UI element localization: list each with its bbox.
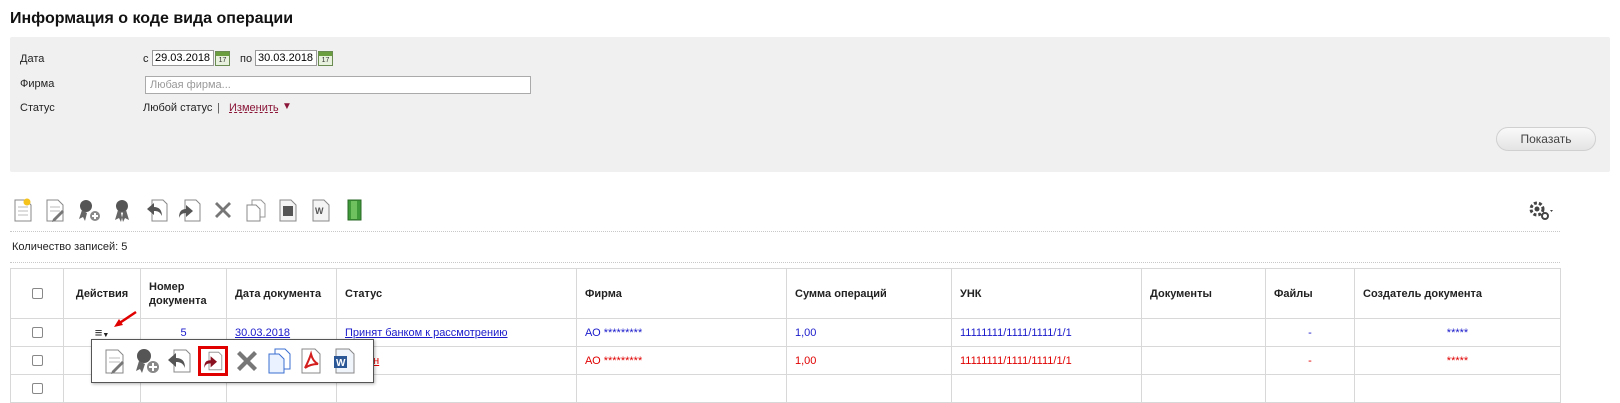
send-icon[interactable]: [144, 197, 170, 223]
row-amount: 1,00: [786, 346, 952, 375]
row-firm: АО *********: [576, 346, 787, 375]
row-creator: *****: [1354, 318, 1561, 347]
row-files: -: [1265, 346, 1355, 375]
recall-button[interactable]: [198, 346, 228, 376]
calendar-icon[interactable]: 17: [318, 51, 333, 66]
show-button[interactable]: Показать: [1496, 127, 1596, 151]
gear-icon[interactable]: [1526, 199, 1556, 223]
delete-icon[interactable]: [232, 346, 262, 376]
col-files: Файлы: [1265, 268, 1355, 319]
print-icon[interactable]: [275, 197, 301, 223]
firm-input[interactable]: [145, 76, 531, 94]
copy-icon[interactable]: [243, 197, 269, 223]
row-documents: [1141, 346, 1266, 375]
col-amount[interactable]: Сумма операций: [786, 268, 952, 319]
date-to-prefix: по: [240, 53, 253, 65]
col-unk[interactable]: УНК: [951, 268, 1142, 319]
row-unk: 11111111/1111/1111/1/1: [951, 346, 1142, 375]
svg-text:W: W: [336, 358, 346, 369]
calendar-icon[interactable]: 17: [215, 51, 230, 66]
status-change-link[interactable]: Изменить: [229, 102, 279, 114]
pdf-icon[interactable]: [296, 346, 326, 376]
table-header-row: Действия Номер документа Дата документа …: [10, 268, 1561, 319]
records-count: Количество записей: 5: [12, 241, 128, 253]
dropdown-arrow-icon[interactable]: ▼: [282, 101, 292, 112]
signature-icon[interactable]: [110, 197, 136, 223]
edit-document-icon[interactable]: [100, 346, 130, 376]
status-separator: |: [217, 102, 220, 114]
exit-icon[interactable]: [342, 197, 368, 223]
row-amount: 1,00: [786, 318, 952, 347]
row-firm: АО *********: [576, 318, 787, 347]
date-from-input[interactable]: [152, 50, 214, 66]
row-unk: 11111111/1111/1111/1/1: [951, 318, 1142, 347]
date-to-input[interactable]: [255, 50, 317, 66]
col-firm[interactable]: Фирма: [576, 268, 787, 319]
page-title: Информация о коде вида операции: [10, 10, 294, 27]
recall-icon: [204, 351, 223, 371]
row-files: -: [1265, 318, 1355, 347]
status-value: Любой статус: [143, 102, 213, 114]
separator: [10, 262, 1560, 263]
select-all-checkbox[interactable]: [31, 288, 43, 300]
row-checkbox[interactable]: [31, 355, 43, 367]
add-signature-icon[interactable]: [76, 197, 102, 223]
separator: [10, 231, 1560, 232]
row-actions-popup: W: [91, 339, 374, 383]
delete-icon[interactable]: [210, 197, 236, 223]
col-status[interactable]: Статус: [336, 268, 577, 319]
col-doc-number[interactable]: Номер документа: [140, 268, 227, 319]
row-creator: *****: [1354, 346, 1561, 375]
svg-text:W: W: [315, 206, 324, 216]
new-document-icon[interactable]: [10, 197, 36, 223]
firm-label: Фирма: [20, 78, 55, 90]
word-export-icon[interactable]: W: [308, 197, 334, 223]
col-doc-date[interactable]: Дата документа: [226, 268, 337, 319]
edit-document-icon[interactable]: [42, 197, 68, 223]
row-doc-date-link[interactable]: 30.03.2018: [235, 327, 290, 339]
row-checkbox[interactable]: [31, 327, 43, 339]
send-icon[interactable]: [164, 346, 194, 376]
annotation-arrow-icon: [114, 310, 137, 327]
word-icon[interactable]: W: [330, 346, 360, 376]
row-documents: [1141, 318, 1266, 347]
date-from-prefix: с: [143, 53, 149, 65]
col-documents: Документы: [1141, 268, 1266, 319]
row-checkbox[interactable]: [31, 383, 43, 395]
col-creator[interactable]: Создатель документа: [1354, 268, 1561, 319]
recall-icon[interactable]: [176, 197, 202, 223]
add-signature-icon[interactable]: [132, 346, 162, 376]
row-actions-menu-icon[interactable]: ≡▼: [95, 325, 110, 340]
copy-icon[interactable]: [264, 346, 294, 376]
row-status-link[interactable]: Принят банком к рассмотрению: [345, 327, 508, 339]
filter-panel: Дата с 17 по 17 Фирма Статус Любой стату…: [10, 37, 1610, 172]
status-label: Статус: [20, 102, 55, 114]
date-label: Дата: [20, 53, 45, 65]
